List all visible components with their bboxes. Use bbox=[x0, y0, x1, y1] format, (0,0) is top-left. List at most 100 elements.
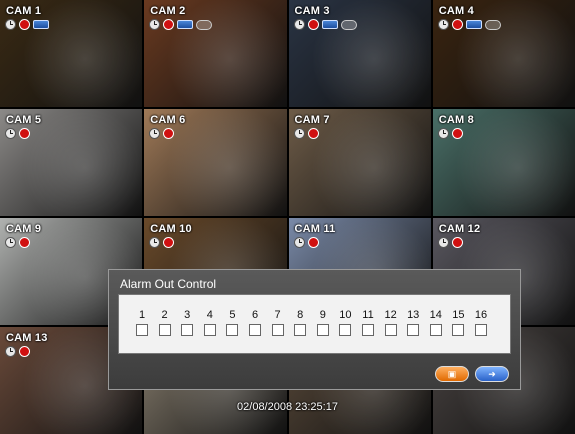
alarm-channel-number: 12 bbox=[384, 309, 397, 321]
camera-status-icons bbox=[437, 128, 463, 139]
alarm-channel-checkbox[interactable] bbox=[181, 324, 194, 336]
alarm-channel-checkbox[interactable] bbox=[384, 324, 397, 336]
alarm-channel: 8 bbox=[289, 309, 311, 336]
camera-tile[interactable]: CAM 6 bbox=[144, 109, 287, 216]
alarm-channel: 1 bbox=[131, 309, 153, 336]
clock-icon bbox=[293, 237, 305, 248]
alarm-channel-checkbox[interactable] bbox=[407, 324, 420, 336]
clock-icon bbox=[5, 19, 16, 30]
record-icon bbox=[19, 346, 30, 357]
network-icon bbox=[465, 20, 482, 29]
alarm-channel-number: 16 bbox=[474, 309, 488, 321]
alarm-channel: 4 bbox=[199, 309, 221, 336]
camera-status-icons bbox=[5, 128, 30, 139]
alarm-channel-number: 8 bbox=[297, 309, 304, 321]
camera-tile[interactable]: CAM 3 bbox=[288, 0, 431, 107]
network-icon bbox=[177, 20, 194, 29]
alarm-channel-checkbox[interactable] bbox=[429, 324, 442, 336]
camera-status-icons bbox=[5, 237, 30, 248]
camera-label: CAM 12 bbox=[438, 223, 481, 235]
alarm-channel-checkbox[interactable] bbox=[271, 324, 284, 336]
record-icon bbox=[451, 19, 463, 30]
record-icon bbox=[451, 237, 463, 248]
ptz-icon bbox=[196, 19, 213, 30]
clock-icon bbox=[293, 19, 305, 30]
camera-label: CAM 9 bbox=[6, 223, 42, 235]
record-icon bbox=[307, 19, 319, 30]
camera-status-icons bbox=[293, 19, 357, 30]
clock-icon bbox=[149, 237, 161, 248]
clock-icon bbox=[5, 237, 16, 248]
alarm-channel: 2 bbox=[154, 309, 176, 336]
camera-label: CAM 10 bbox=[150, 223, 192, 235]
exit-icon: ➜ bbox=[488, 369, 496, 379]
camera-tile[interactable]: CAM 1 bbox=[0, 0, 143, 107]
record-icon bbox=[307, 128, 319, 139]
alarm-channel-checkbox[interactable] bbox=[362, 324, 374, 336]
clock-icon bbox=[5, 128, 16, 139]
save-button[interactable]: ▣ bbox=[435, 366, 469, 382]
record-icon bbox=[19, 128, 30, 139]
clock-icon bbox=[437, 19, 449, 30]
alarm-channel: 13 bbox=[402, 309, 424, 336]
alarm-channel-checkbox[interactable] bbox=[226, 324, 239, 336]
save-icon: ▣ bbox=[447, 369, 457, 379]
alarm-channel-number: 6 bbox=[251, 309, 259, 321]
record-icon bbox=[163, 19, 175, 30]
alarm-channel-checkbox[interactable] bbox=[316, 324, 329, 336]
camera-status-icons bbox=[437, 237, 463, 248]
camera-status-icons bbox=[293, 237, 319, 248]
camera-tile[interactable]: CAM 4 bbox=[432, 0, 575, 107]
network-icon bbox=[33, 20, 49, 29]
ptz-icon bbox=[340, 19, 357, 30]
alarm-channel-number: 10 bbox=[339, 309, 352, 321]
alarm-channel-checkbox[interactable] bbox=[452, 324, 465, 336]
alarm-channel-checkbox[interactable] bbox=[249, 324, 261, 336]
camera-label: CAM 1 bbox=[6, 5, 42, 17]
camera-label: CAM 2 bbox=[150, 5, 186, 17]
record-icon bbox=[163, 128, 175, 139]
alarm-channel: 16 bbox=[470, 309, 492, 336]
clock-icon bbox=[437, 237, 449, 248]
alarm-channel-checkbox[interactable] bbox=[475, 324, 487, 336]
alarm-channel-panel: 1 2 3 4 5 6 7 8 9 10 11 12 13 14 15 16 bbox=[118, 294, 511, 354]
clock-icon bbox=[5, 346, 16, 357]
camera-label: CAM 11 bbox=[294, 223, 336, 235]
record-icon bbox=[451, 128, 463, 139]
alarm-channel-number: 2 bbox=[161, 309, 168, 321]
camera-status-icons bbox=[5, 19, 49, 30]
camera-status-icons bbox=[293, 128, 319, 139]
exit-button[interactable]: ➜ bbox=[475, 366, 509, 382]
alarm-channel-checkbox[interactable] bbox=[203, 324, 216, 336]
record-icon bbox=[307, 237, 319, 248]
ptz-icon bbox=[484, 19, 501, 30]
record-icon bbox=[163, 237, 175, 248]
alarm-channel: 7 bbox=[267, 309, 289, 336]
clock-icon bbox=[437, 128, 449, 139]
alarm-channel-number: 7 bbox=[274, 309, 281, 321]
camera-status-icons bbox=[149, 19, 213, 30]
alarm-channel-checkbox[interactable] bbox=[136, 324, 148, 336]
alarm-channel-number: 5 bbox=[229, 309, 236, 321]
alarm-channel-number: 11 bbox=[362, 309, 374, 321]
camera-status-icons bbox=[437, 19, 501, 30]
camera-tile[interactable]: CAM 2 bbox=[144, 0, 287, 107]
alarm-channel-checkbox[interactable] bbox=[339, 324, 352, 336]
alarm-channel-number: 14 bbox=[429, 309, 442, 321]
camera-tile[interactable]: CAM 7 bbox=[288, 109, 431, 216]
camera-label: CAM 3 bbox=[294, 5, 330, 17]
alarm-channel: 6 bbox=[244, 309, 266, 336]
alarm-channel-checkbox[interactable] bbox=[158, 324, 171, 336]
camera-status-icons bbox=[5, 346, 30, 357]
clock-icon bbox=[149, 19, 161, 30]
camera-tile[interactable]: CAM 8 bbox=[432, 109, 575, 216]
camera-label: CAM 8 bbox=[438, 114, 474, 126]
alarm-channel-number: 4 bbox=[206, 309, 213, 321]
alarm-channel: 10 bbox=[334, 309, 356, 336]
alarm-channel-checkbox[interactable] bbox=[294, 324, 307, 336]
camera-tile[interactable]: CAM 5 bbox=[0, 109, 143, 216]
camera-status-icons bbox=[149, 237, 175, 248]
alarm-channel-number: 13 bbox=[407, 309, 420, 321]
camera-label: CAM 6 bbox=[150, 114, 186, 126]
alarm-channel: 15 bbox=[447, 309, 469, 336]
